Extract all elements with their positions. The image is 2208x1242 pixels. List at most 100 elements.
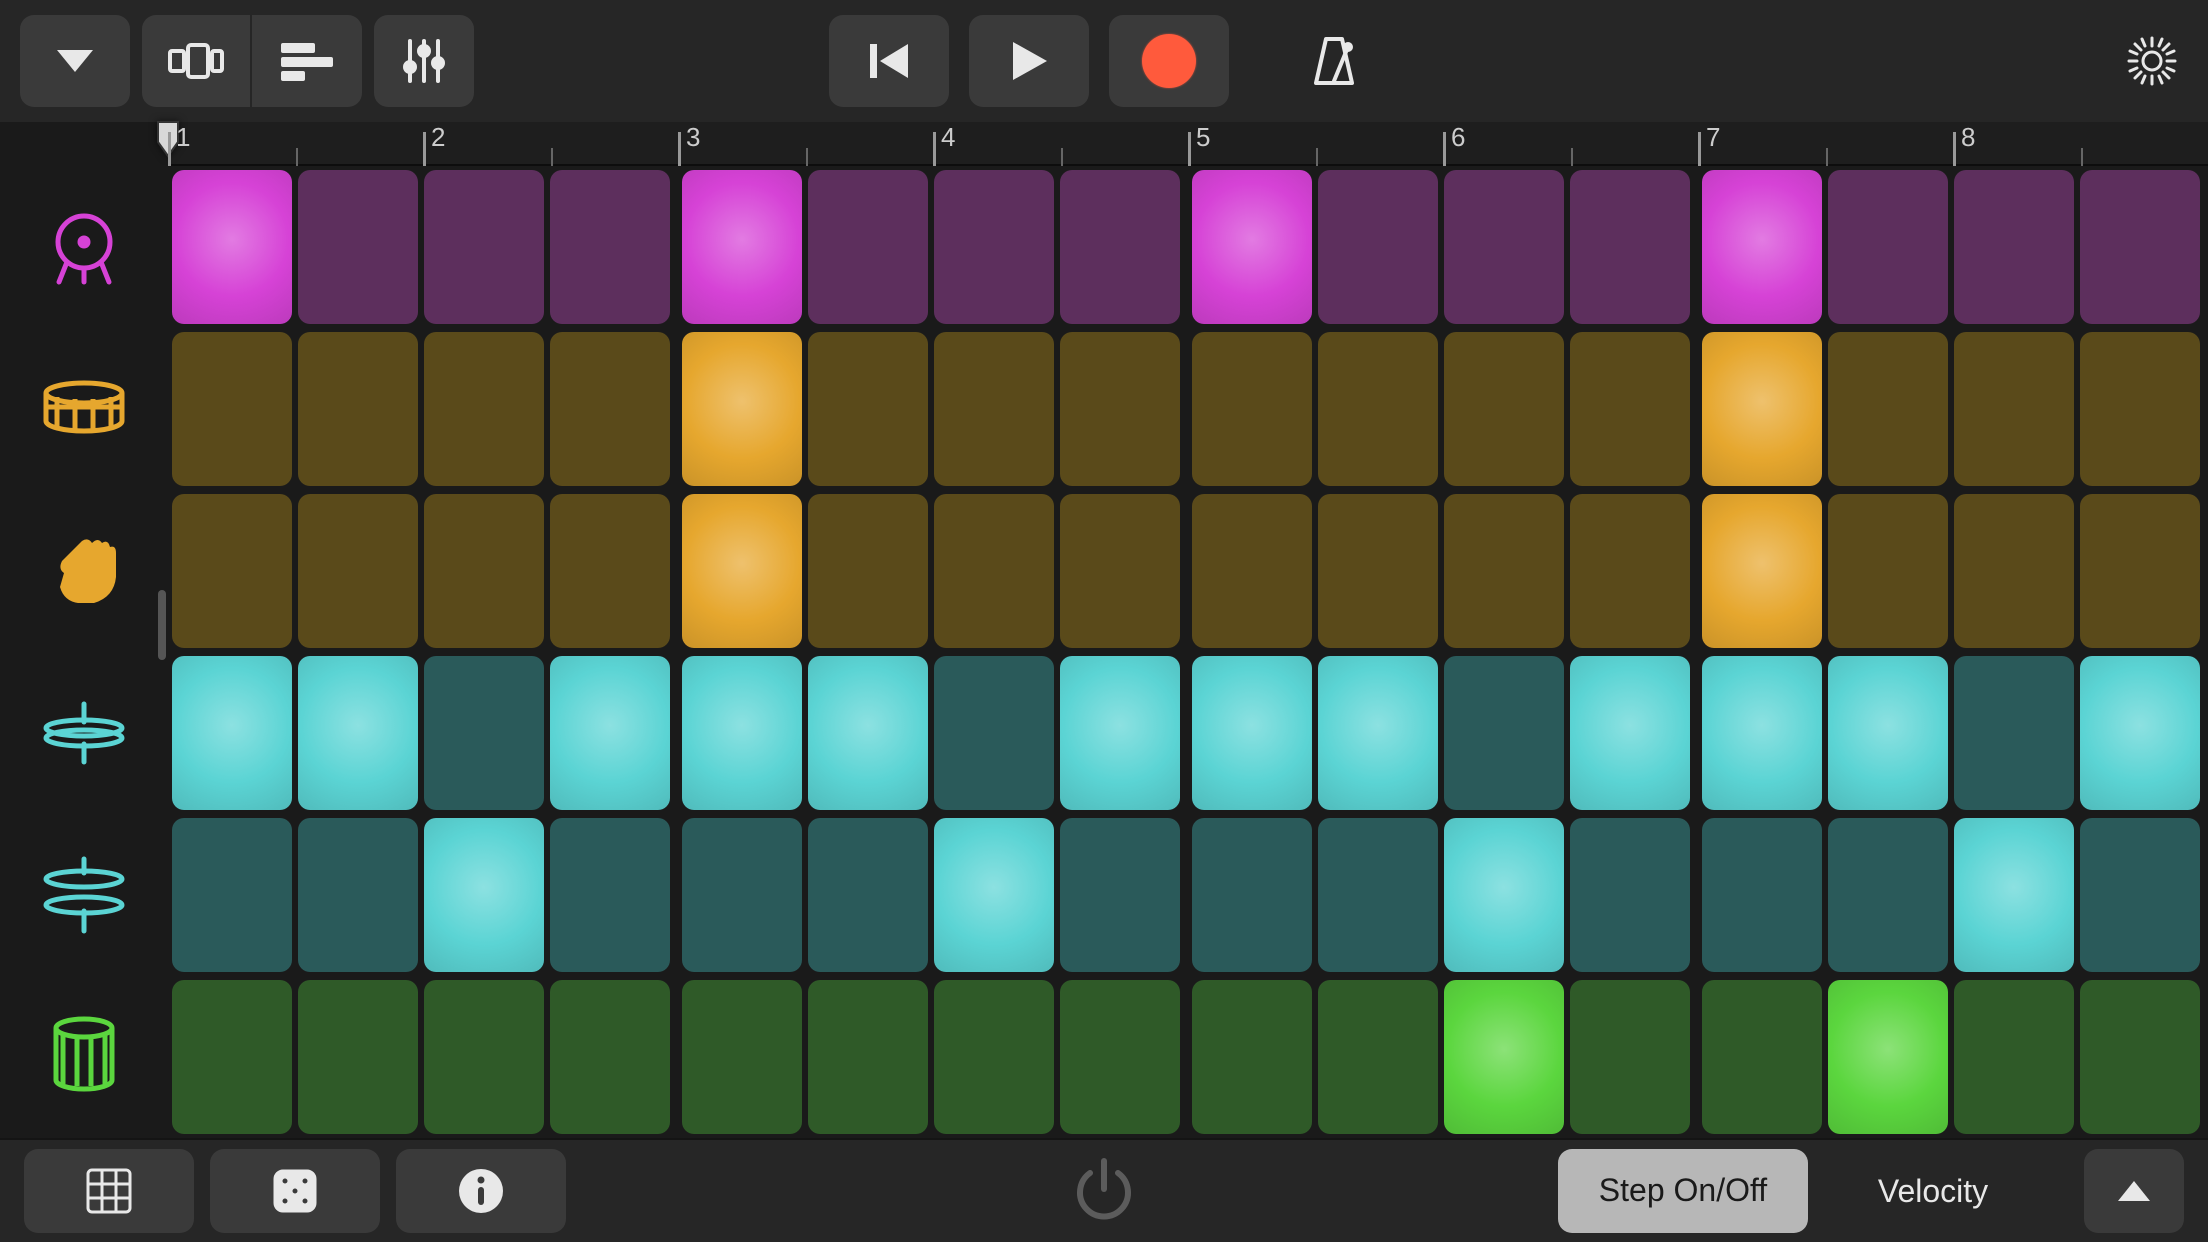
step-cell[interactable] [1954, 818, 2074, 972]
pattern-grid-button[interactable] [24, 1149, 194, 1233]
step-cell[interactable] [1702, 494, 1822, 648]
power-button[interactable] [1066, 1153, 1142, 1229]
step-cell[interactable] [424, 656, 544, 810]
step-cell[interactable] [1192, 818, 1312, 972]
timeline-ruler[interactable]: 123456789 + [168, 122, 2208, 166]
view-tracks-button[interactable] [252, 15, 362, 107]
step-cell[interactable] [1318, 818, 1438, 972]
step-cell[interactable] [1318, 332, 1438, 486]
step-cell[interactable] [808, 980, 928, 1134]
step-cell[interactable] [172, 170, 292, 324]
step-cell[interactable] [2080, 332, 2200, 486]
settings-button[interactable] [2126, 35, 2178, 87]
step-cell[interactable] [1570, 818, 1690, 972]
step-cell[interactable] [2080, 656, 2200, 810]
step-cell[interactable] [550, 332, 670, 486]
step-cell[interactable] [1318, 980, 1438, 1134]
step-cell[interactable] [1570, 170, 1690, 324]
step-cell[interactable] [1444, 332, 1564, 486]
go-to-beginning-button[interactable] [829, 15, 949, 107]
step-cell[interactable] [1192, 494, 1312, 648]
step-cell[interactable] [2080, 818, 2200, 972]
step-cell[interactable] [1444, 980, 1564, 1134]
step-cell[interactable] [1444, 656, 1564, 810]
step-cell[interactable] [550, 818, 670, 972]
step-cell[interactable] [808, 170, 928, 324]
mode-velocity-button[interactable]: Velocity [1808, 1149, 2058, 1233]
step-cell[interactable] [1570, 980, 1690, 1134]
step-cell[interactable] [1192, 980, 1312, 1134]
step-cell[interactable] [2080, 170, 2200, 324]
step-cell[interactable] [1570, 656, 1690, 810]
step-cell[interactable] [682, 656, 802, 810]
step-cell[interactable] [808, 656, 928, 810]
info-button[interactable] [396, 1149, 566, 1233]
step-cell[interactable] [550, 656, 670, 810]
step-cell[interactable] [424, 332, 544, 486]
step-cell[interactable] [550, 980, 670, 1134]
step-cell[interactable] [550, 170, 670, 324]
step-cell[interactable] [298, 494, 418, 648]
step-cell[interactable] [2080, 980, 2200, 1134]
mode-step-onoff-button[interactable]: Step On/Off [1558, 1149, 1808, 1233]
step-cell[interactable] [934, 818, 1054, 972]
view-live-loops-button[interactable] [142, 15, 252, 107]
step-cell[interactable] [1702, 980, 1822, 1134]
track-snare-button[interactable] [0, 328, 168, 490]
step-cell[interactable] [808, 332, 928, 486]
track-clap-button[interactable] [0, 490, 168, 652]
step-cell[interactable] [172, 980, 292, 1134]
step-cell[interactable] [1702, 818, 1822, 972]
step-cell[interactable] [934, 170, 1054, 324]
step-cell[interactable] [424, 494, 544, 648]
vertical-scroll-indicator[interactable] [158, 590, 166, 660]
track-hihat-closed-button[interactable] [0, 652, 168, 814]
step-cell[interactable] [934, 656, 1054, 810]
step-cell[interactable] [1828, 656, 1948, 810]
step-cell[interactable] [1954, 656, 2074, 810]
step-cell[interactable] [1060, 656, 1180, 810]
step-cell[interactable] [934, 980, 1054, 1134]
step-cell[interactable] [1060, 818, 1180, 972]
instrument-browser-button[interactable] [20, 15, 130, 107]
step-cell[interactable] [1318, 170, 1438, 324]
step-cell[interactable] [1318, 656, 1438, 810]
step-cell[interactable] [2080, 494, 2200, 648]
step-cell[interactable] [1318, 494, 1438, 648]
track-kick-button[interactable] [0, 166, 168, 328]
step-cell[interactable] [1954, 170, 2074, 324]
expand-button[interactable] [2084, 1149, 2184, 1233]
step-cell[interactable] [682, 818, 802, 972]
step-cell[interactable] [1828, 494, 1948, 648]
step-cell[interactable] [424, 980, 544, 1134]
step-cell[interactable] [682, 494, 802, 648]
step-cell[interactable] [1828, 818, 1948, 972]
step-cell[interactable] [172, 818, 292, 972]
track-controls-button[interactable] [374, 15, 474, 107]
step-cell[interactable] [424, 818, 544, 972]
step-cell[interactable] [682, 980, 802, 1134]
step-cell[interactable] [298, 818, 418, 972]
step-cell[interactable] [1828, 170, 1948, 324]
step-cell[interactable] [1828, 332, 1948, 486]
step-cell[interactable] [1444, 170, 1564, 324]
step-cell[interactable] [1060, 494, 1180, 648]
play-button[interactable] [969, 15, 1089, 107]
step-cell[interactable] [682, 332, 802, 486]
step-cell[interactable] [1192, 332, 1312, 486]
step-cell[interactable] [934, 332, 1054, 486]
step-cell[interactable] [172, 656, 292, 810]
step-cell[interactable] [682, 170, 802, 324]
step-cell[interactable] [1192, 170, 1312, 324]
step-cell[interactable] [298, 656, 418, 810]
step-cell[interactable] [1570, 332, 1690, 486]
step-cell[interactable] [1060, 332, 1180, 486]
step-cell[interactable] [298, 170, 418, 324]
step-cell[interactable] [1954, 980, 2074, 1134]
step-cell[interactable] [172, 332, 292, 486]
step-cell[interactable] [808, 818, 928, 972]
step-cell[interactable] [1702, 656, 1822, 810]
step-cell[interactable] [1192, 656, 1312, 810]
randomize-button[interactable] [210, 1149, 380, 1233]
track-hihat-open-button[interactable] [0, 814, 168, 976]
